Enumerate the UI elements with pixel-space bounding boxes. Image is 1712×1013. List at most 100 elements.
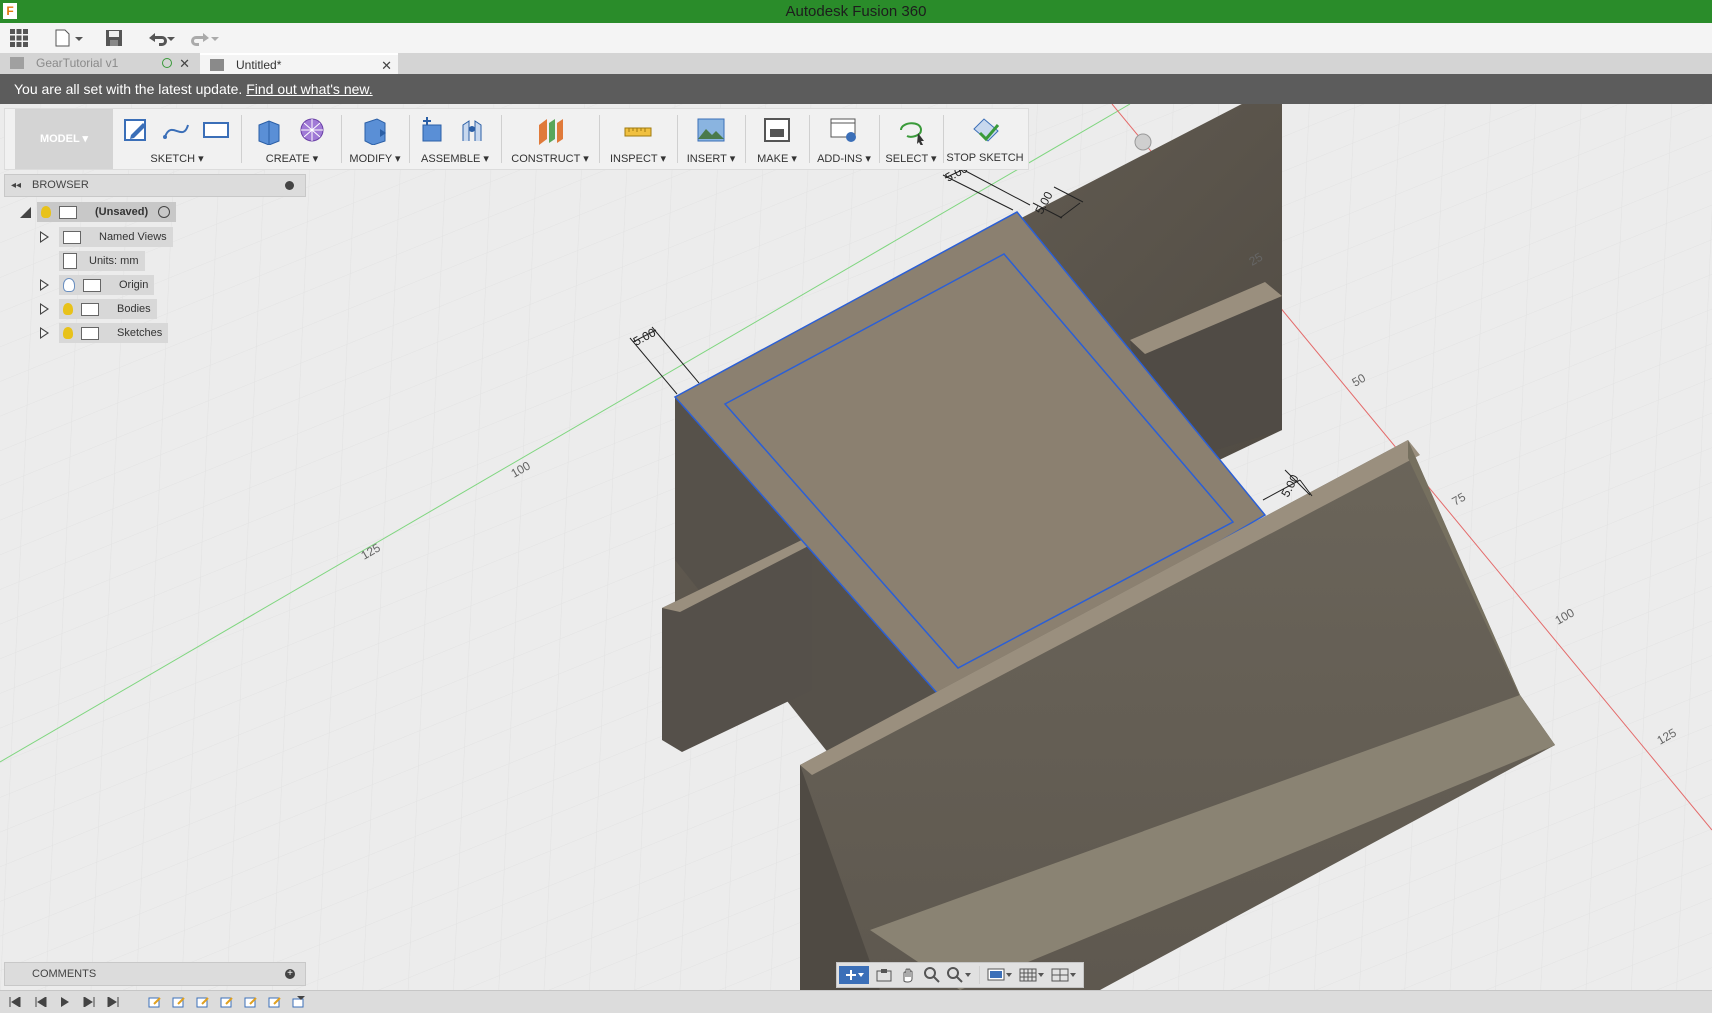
- group-label: ADD-INS ▾: [817, 153, 871, 165]
- scripts-addins-icon[interactable]: [829, 115, 859, 145]
- notice-text: You are all set with the latest update.: [14, 81, 247, 97]
- stop-sketch-button[interactable]: STOP SKETCH: [945, 109, 1025, 169]
- expand-triangle-icon[interactable]: [40, 327, 49, 339]
- add-comment-icon[interactable]: +: [285, 969, 295, 979]
- timeline-back-icon[interactable]: [34, 996, 48, 1008]
- toolbar-separator: [241, 115, 242, 163]
- whats-new-link[interactable]: Find out what's new.: [246, 81, 372, 97]
- comments-title: COMMENTS: [32, 968, 97, 980]
- viewports-icon[interactable]: [1049, 966, 1079, 984]
- new-component-icon[interactable]: [417, 115, 447, 145]
- expand-triangle-icon[interactable]: [40, 303, 49, 315]
- visibility-bulb-icon[interactable]: [63, 303, 73, 315]
- tree-label: Bodies: [117, 303, 151, 315]
- timeline-sketch-feature-icon[interactable]: [196, 996, 210, 1008]
- offset-plane-icon[interactable]: [535, 115, 565, 145]
- toolbar-group-addins[interactable]: ADD-INS ▾: [813, 109, 875, 169]
- browser-node-units[interactable]: Units: mm: [59, 251, 145, 271]
- browser-node-origin[interactable]: Origin: [40, 275, 155, 295]
- toolbar-group-select[interactable]: SELECT ▾: [883, 109, 939, 169]
- main-toolbar: MODEL ▾ SKETCH ▾ CREATE ▾ MODIFY ▾ ASSEM…: [4, 108, 1029, 170]
- browser-node-named-views[interactable]: Named Views: [40, 227, 173, 247]
- apps-grid-icon[interactable]: [8, 27, 30, 49]
- zoom-window-icon[interactable]: [945, 966, 975, 984]
- browser-node-bodies[interactable]: Bodies: [40, 299, 157, 319]
- browser-node-sketches[interactable]: Sketches: [40, 323, 169, 343]
- folder-icon: [81, 302, 99, 316]
- timeline-bar: [0, 990, 1712, 1013]
- close-tab-icon[interactable]: ✕: [179, 53, 190, 74]
- timeline-forward-icon[interactable]: [82, 996, 96, 1008]
- timeline-sketch-feature-icon[interactable]: [148, 996, 162, 1008]
- press-pull-icon[interactable]: [360, 115, 390, 146]
- extrude-icon[interactable]: [253, 115, 283, 146]
- window-title: Autodesk Fusion 360: [785, 3, 927, 20]
- group-label: MAKE ▾: [757, 153, 797, 165]
- save-icon[interactable]: [103, 27, 125, 49]
- toolbar-group-inspect[interactable]: INSPECT ▾: [603, 109, 673, 169]
- toolbar-group-make[interactable]: MAKE ▾: [749, 109, 805, 169]
- tree-label: Origin: [119, 279, 149, 291]
- sketch-rectangle-icon[interactable]: [201, 115, 231, 145]
- zoom-icon[interactable]: [921, 966, 943, 984]
- toolbar-group-modify[interactable]: MODIFY ▾: [345, 109, 405, 169]
- redo-icon[interactable]: [188, 27, 222, 49]
- canvas-viewport[interactable]: 5.00 5.00 5.00 5.00 25 50 75 100 125 100…: [0, 92, 1712, 990]
- display-settings-icon[interactable]: [985, 966, 1015, 984]
- units-document-icon: [63, 253, 77, 269]
- undo-icon[interactable]: [144, 27, 178, 49]
- joint-icon[interactable]: [457, 115, 487, 145]
- stop-sketch-icon[interactable]: [970, 115, 1000, 145]
- file-icon[interactable]: [52, 27, 86, 49]
- look-at-icon[interactable]: [873, 966, 895, 984]
- form-icon[interactable]: [297, 115, 327, 145]
- activate-radio-icon[interactable]: [158, 206, 171, 218]
- sketch-line-icon[interactable]: [161, 115, 191, 145]
- visibility-bulb-icon[interactable]: [41, 206, 51, 218]
- tab-untitled[interactable]: Untitled* ✕: [200, 53, 398, 76]
- toolbar-group-create[interactable]: CREATE ▾: [247, 109, 337, 169]
- grid-icon[interactable]: [1017, 966, 1047, 984]
- browser-root-node[interactable]: (Unsaved): [20, 202, 177, 222]
- expand-triangle-icon[interactable]: [40, 279, 49, 291]
- toolbar-group-insert[interactable]: INSERT ▾: [681, 109, 741, 169]
- document-icon: [210, 59, 224, 71]
- toolbar-group-assemble[interactable]: ASSEMBLE ▾: [413, 109, 497, 169]
- measure-icon[interactable]: [623, 115, 653, 145]
- create-sketch-icon[interactable]: [121, 115, 151, 145]
- workspace-switcher-button[interactable]: MODEL ▾: [15, 109, 113, 169]
- tab-geartutorial[interactable]: GearTutorial v1 ✕: [0, 53, 196, 74]
- orbit-icon[interactable]: [839, 966, 869, 984]
- visibility-bulb-icon[interactable]: [63, 278, 75, 292]
- timeline-sketch-feature-icon[interactable]: [244, 996, 258, 1008]
- 3d-print-icon[interactable]: [762, 115, 792, 145]
- browser-panel-header[interactable]: ◂◂ BROWSER: [4, 174, 306, 197]
- timeline-start-icon[interactable]: [8, 996, 22, 1008]
- timeline-sketch-feature-icon[interactable]: [220, 996, 234, 1008]
- timeline-sketch-feature-icon[interactable]: [268, 996, 282, 1008]
- close-tab-icon[interactable]: ✕: [381, 55, 392, 76]
- timeline-sketch-feature-icon[interactable]: [172, 996, 186, 1008]
- collapse-panel-icon[interactable]: ◂◂: [11, 175, 21, 196]
- folder-icon: [63, 230, 81, 244]
- model-canvas[interactable]: 5.00 5.00 5.00 5.00 25 50 75 100 125 100…: [0, 92, 1712, 990]
- toolbar-separator: [979, 966, 980, 984]
- toolbar-group-construct[interactable]: CONSTRUCT ▾: [505, 109, 595, 169]
- timeline-play-icon[interactable]: [58, 996, 72, 1008]
- pan-icon[interactable]: [897, 966, 919, 984]
- collapse-triangle-icon[interactable]: [20, 206, 31, 218]
- expand-triangle-icon[interactable]: [40, 231, 49, 243]
- insert-image-icon[interactable]: [696, 115, 726, 145]
- group-label: MODIFY ▾: [349, 153, 401, 165]
- select-lasso-icon[interactable]: [896, 115, 926, 146]
- quick-access-toolbar: [0, 23, 1712, 54]
- timeline-marker-icon[interactable]: [292, 996, 306, 1008]
- toolbar-group-sketch[interactable]: SKETCH ▾: [117, 109, 237, 169]
- timeline-end-icon[interactable]: [106, 996, 120, 1008]
- toolbar-separator: [599, 115, 600, 163]
- comments-panel-header[interactable]: COMMENTS +: [4, 962, 306, 986]
- toolbar-separator: [341, 115, 342, 163]
- group-label: SELECT ▾: [885, 153, 937, 165]
- pin-icon[interactable]: [285, 181, 294, 190]
- visibility-bulb-icon[interactable]: [63, 327, 73, 339]
